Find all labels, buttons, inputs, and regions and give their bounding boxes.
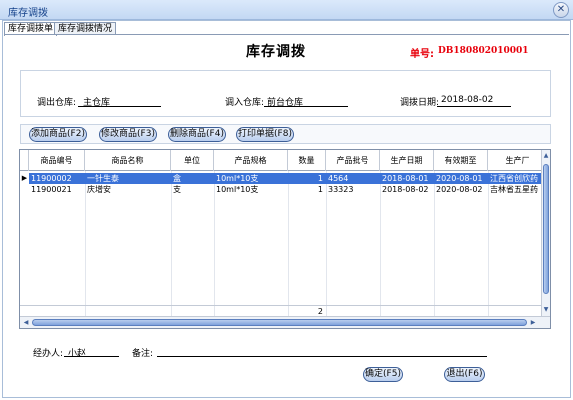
out-warehouse-label: 调出仓库: xyxy=(37,98,77,108)
table-cell: 吉林省五星药 xyxy=(490,185,538,194)
table-cell: 1 xyxy=(317,185,323,194)
title-bar: 库存调拨 ✕ xyxy=(0,0,573,20)
column-header[interactable]: 数量 xyxy=(288,150,326,171)
edit-item-button[interactable]: 修改商品(F3) xyxy=(99,127,157,142)
column-header[interactable]: 产品批号 xyxy=(326,150,380,171)
handler-underline xyxy=(64,356,119,357)
row-pointer-icon: ▶ xyxy=(20,173,29,184)
table-cell: 33323 xyxy=(328,185,354,194)
table-cell: 2020-08-01 xyxy=(436,174,483,183)
table-cell: 一针生泰 xyxy=(87,174,119,183)
scroll-up-icon[interactable]: ▲ xyxy=(542,151,550,160)
column-header[interactable]: 商品名称 xyxy=(85,150,171,171)
horizontal-scroll-thumb[interactable] xyxy=(32,319,527,326)
handler-label: 经办人: xyxy=(33,349,64,359)
table-cell: 庆增安 xyxy=(87,185,111,194)
scroll-down-icon[interactable]: ▼ xyxy=(542,305,550,314)
header-indicator xyxy=(20,150,29,171)
add-item-button[interactable]: 添加商品(F2) xyxy=(29,127,87,142)
grid-header: 商品编号 商品名称 单位 产品规格 数量 产品批号 生产日期 有效期至 生产厂 xyxy=(20,150,542,171)
column-header[interactable]: 商品编号 xyxy=(29,150,85,171)
out-warehouse-underline xyxy=(78,106,161,107)
total-row: 2 xyxy=(20,305,542,316)
confirm-button[interactable]: 确定(F5) xyxy=(363,367,403,382)
tab-divider xyxy=(4,34,569,35)
delete-item-button[interactable]: 删除商品(F4) xyxy=(168,127,226,142)
scroll-left-icon[interactable]: ◀ xyxy=(21,317,31,328)
horizontal-scrollbar[interactable]: ◀ ▶ xyxy=(20,316,550,328)
in-warehouse-underline xyxy=(264,106,348,107)
column-header[interactable]: 生产日期 xyxy=(380,150,434,171)
form-title: 库存调拨 xyxy=(246,44,306,60)
table-cell: 11900002 xyxy=(31,174,72,183)
items-grid[interactable]: 商品编号 商品名称 单位 产品规格 数量 产品批号 生产日期 有效期至 生产厂 … xyxy=(19,149,551,329)
note-underline xyxy=(157,356,487,357)
grid-viewport: 商品编号 商品名称 单位 产品规格 数量 产品批号 生产日期 有效期至 生产厂 … xyxy=(20,150,542,316)
table-cell: 支 xyxy=(173,185,181,194)
column-header[interactable]: 生产厂 xyxy=(488,150,542,171)
table-cell: 10ml*10支 xyxy=(216,185,259,194)
vertical-scrollbar[interactable]: ▲ ▼ xyxy=(541,150,550,316)
table-cell: 1 xyxy=(317,174,323,183)
table-cell: 4564 xyxy=(328,174,349,183)
window-title: 库存调拨 xyxy=(8,8,48,19)
transfer-date-field[interactable]: 2018-08-02 xyxy=(441,95,493,105)
transfer-date-underline xyxy=(437,106,511,107)
table-cell: 2018-08-02 xyxy=(382,185,429,194)
vertical-scroll-thumb[interactable] xyxy=(543,164,549,294)
info-panel xyxy=(20,70,551,117)
in-warehouse-label: 调入仓库: xyxy=(225,98,265,108)
table-row[interactable]: ▶ 11900002 一针生泰 盒 10ml*10支 1 4564 2018-0… xyxy=(20,173,542,184)
note-label: 备注: xyxy=(132,349,154,359)
transfer-date-label: 调拨日期: xyxy=(400,98,440,108)
close-icon[interactable]: ✕ xyxy=(553,2,569,18)
table-cell: 11900021 xyxy=(31,185,72,194)
table-cell: 盒 xyxy=(173,174,181,183)
order-number-label: 单号: xyxy=(410,49,434,60)
table-cell: 2018-08-01 xyxy=(382,174,429,183)
table-cell: 10ml*10支 xyxy=(216,174,259,183)
handler-field[interactable]: 小赵 xyxy=(68,346,86,359)
print-button[interactable]: 打印单据(F8) xyxy=(236,127,294,142)
table-cell: 2020-08-02 xyxy=(436,185,483,194)
scroll-right-icon[interactable]: ▶ xyxy=(528,317,538,328)
exit-button[interactable]: 退出(F6) xyxy=(444,367,485,382)
table-cell: 江西省创欣药 xyxy=(490,174,538,183)
total-quantity: 2 xyxy=(317,307,323,316)
order-number: DB180802010001 xyxy=(438,46,529,56)
column-header[interactable]: 有效期至 xyxy=(434,150,488,171)
column-header[interactable]: 单位 xyxy=(171,150,214,171)
table-row[interactable]: 11900021 庆增安 支 10ml*10支 1 33323 2018-08-… xyxy=(20,184,542,195)
column-header[interactable]: 产品规格 xyxy=(214,150,288,171)
